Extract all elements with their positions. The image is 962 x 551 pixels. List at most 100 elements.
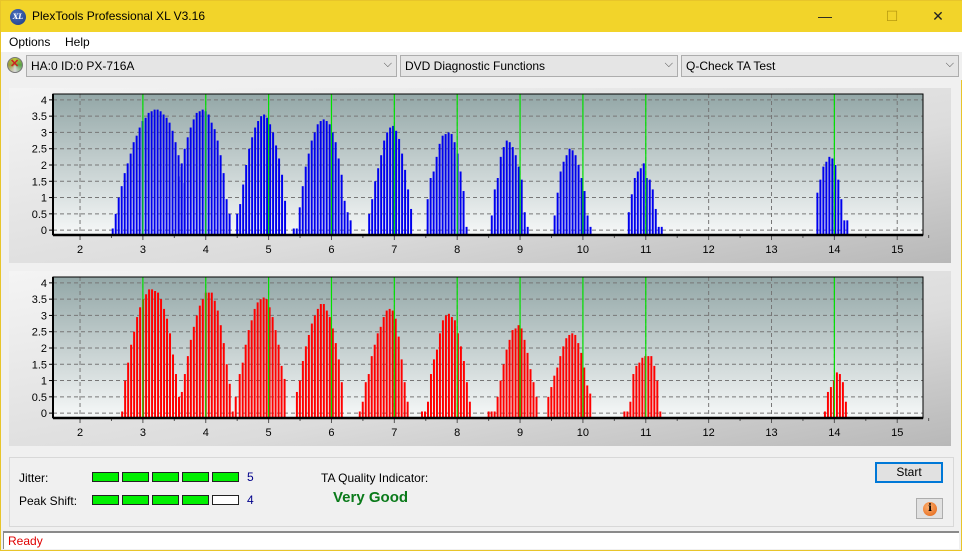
histogram-bar — [126, 163, 129, 235]
histogram-bar — [301, 361, 304, 418]
histogram-bar — [244, 344, 247, 418]
x-tick-label: 9 — [517, 244, 523, 256]
x-tick-label: 5 — [266, 427, 272, 439]
drive-select[interactable]: HA:0 ID:0 PX-716A ⌵ — [26, 55, 397, 77]
histogram-bar — [656, 380, 659, 418]
maximize-button[interactable]: ☐ — [869, 1, 915, 32]
histogram-bar — [397, 336, 400, 418]
histogram-bar — [340, 174, 343, 235]
histogram-bar — [562, 161, 565, 235]
minimize-button[interactable]: — — [802, 1, 848, 32]
histogram-bar — [259, 299, 262, 418]
histogram-bar — [283, 378, 286, 418]
x-tick-label: 10 — [577, 244, 589, 256]
histogram-bar — [389, 127, 392, 235]
histogram-bar — [271, 317, 274, 418]
histogram-bar — [635, 365, 638, 418]
histogram-bar — [144, 117, 147, 235]
histogram-bar — [213, 129, 216, 235]
histogram-bar — [177, 176, 180, 235]
histogram-bar — [388, 308, 391, 418]
jitter-label: Jitter: — [19, 471, 49, 485]
histogram-bar — [376, 333, 379, 418]
x-tick-label: 2 — [77, 427, 83, 439]
menu-options[interactable]: Options — [9, 35, 50, 49]
y-tick-label: 0.5 — [32, 209, 47, 221]
chevron-down-icon[interactable]: ⌵ — [946, 58, 954, 71]
info-button[interactable]: i — [916, 498, 943, 519]
histogram-bar — [556, 192, 559, 235]
histogram-bar — [441, 135, 444, 235]
histogram-bar — [496, 178, 499, 235]
histogram-bar — [523, 212, 526, 235]
histogram-bar — [210, 122, 213, 235]
histogram-bar — [370, 356, 373, 418]
start-button[interactable]: Start — [875, 462, 943, 483]
chevron-down-icon[interactable]: ⌵ — [384, 58, 392, 71]
histogram-bar — [361, 401, 364, 418]
histogram-bar — [238, 374, 241, 418]
status-bar: Ready — [3, 531, 959, 549]
histogram-bar — [316, 124, 319, 235]
histogram-bar — [435, 156, 438, 235]
x-tick-label: 5 — [266, 244, 272, 256]
histogram-bar — [447, 313, 450, 418]
histogram-bar — [499, 380, 502, 418]
histogram-bar — [406, 401, 409, 418]
histogram-bar — [195, 112, 198, 235]
histogram-bar — [453, 320, 456, 418]
histogram-bar — [262, 297, 265, 418]
chevron-down-icon[interactable]: ⌵ — [665, 58, 673, 71]
y-tick-label: 0 — [41, 408, 47, 420]
jitter-meter-segment — [152, 472, 179, 482]
histogram-bar — [253, 308, 256, 418]
ta-chart-groove: 0 0.5 1 1.5 2 2.5 3 3.5 4 2 3 4 5 6 7 8 9 10 11 12 13 14 15 — [32, 276, 930, 439]
histogram-bar — [499, 156, 502, 235]
app-logo-icon: XL — [10, 9, 26, 25]
y-tick-label: 2 — [41, 343, 47, 355]
histogram-bar — [837, 179, 840, 235]
histogram-bar — [526, 352, 529, 418]
histogram-bar — [520, 328, 523, 418]
histogram-bar — [307, 153, 310, 235]
histogram-bar — [453, 142, 456, 235]
histogram-bar — [225, 199, 228, 235]
histogram-bar — [265, 299, 268, 418]
histogram-bar — [266, 117, 269, 235]
histogram-bar — [828, 156, 831, 235]
histogram-bar — [410, 208, 413, 235]
menu-help[interactable]: Help — [65, 35, 90, 49]
menu-bar: Options Help — [1, 32, 962, 52]
histogram-bar — [313, 132, 316, 235]
histogram-bar — [462, 191, 465, 235]
histogram-bar — [154, 291, 157, 418]
function-select[interactable]: DVD Diagnostic Functions ⌵ — [400, 55, 678, 77]
histogram-bar — [835, 372, 838, 418]
histogram-bar — [281, 174, 284, 235]
histogram-bar — [843, 220, 846, 235]
histogram-bar — [382, 317, 385, 418]
histogram-bar — [468, 401, 471, 418]
x-tick-label: 11 — [640, 244, 651, 256]
histogram-bar — [844, 401, 847, 418]
histogram-bar — [583, 191, 586, 235]
histogram-bar — [349, 220, 352, 235]
histogram-bar — [247, 330, 250, 418]
x-tick-label: 14 — [828, 244, 840, 256]
histogram-bar — [377, 168, 380, 235]
histogram-bar — [444, 315, 447, 418]
close-button[interactable]: ✕ — [915, 1, 961, 32]
chart-panel-groove: 0 0.5 1 1.5 2 2.5 3 3.5 4 2 3 4 5 6 7 8 9 10 11 12 13 14 15 — [9, 271, 951, 446]
histogram-bar — [553, 215, 556, 235]
histogram-bar — [186, 356, 189, 418]
histogram-bar — [556, 367, 559, 418]
histogram-bar — [514, 328, 517, 418]
test-select[interactable]: Q-Check TA Test ⌵ — [681, 55, 959, 77]
histogram-bar — [441, 320, 444, 418]
jitter-meter-segment — [182, 472, 209, 482]
histogram-bar — [163, 308, 166, 418]
histogram-bar — [242, 184, 245, 235]
y-tick-label: 1.5 — [32, 359, 47, 371]
histogram-bar — [529, 369, 532, 418]
histogram-bar — [400, 359, 403, 418]
